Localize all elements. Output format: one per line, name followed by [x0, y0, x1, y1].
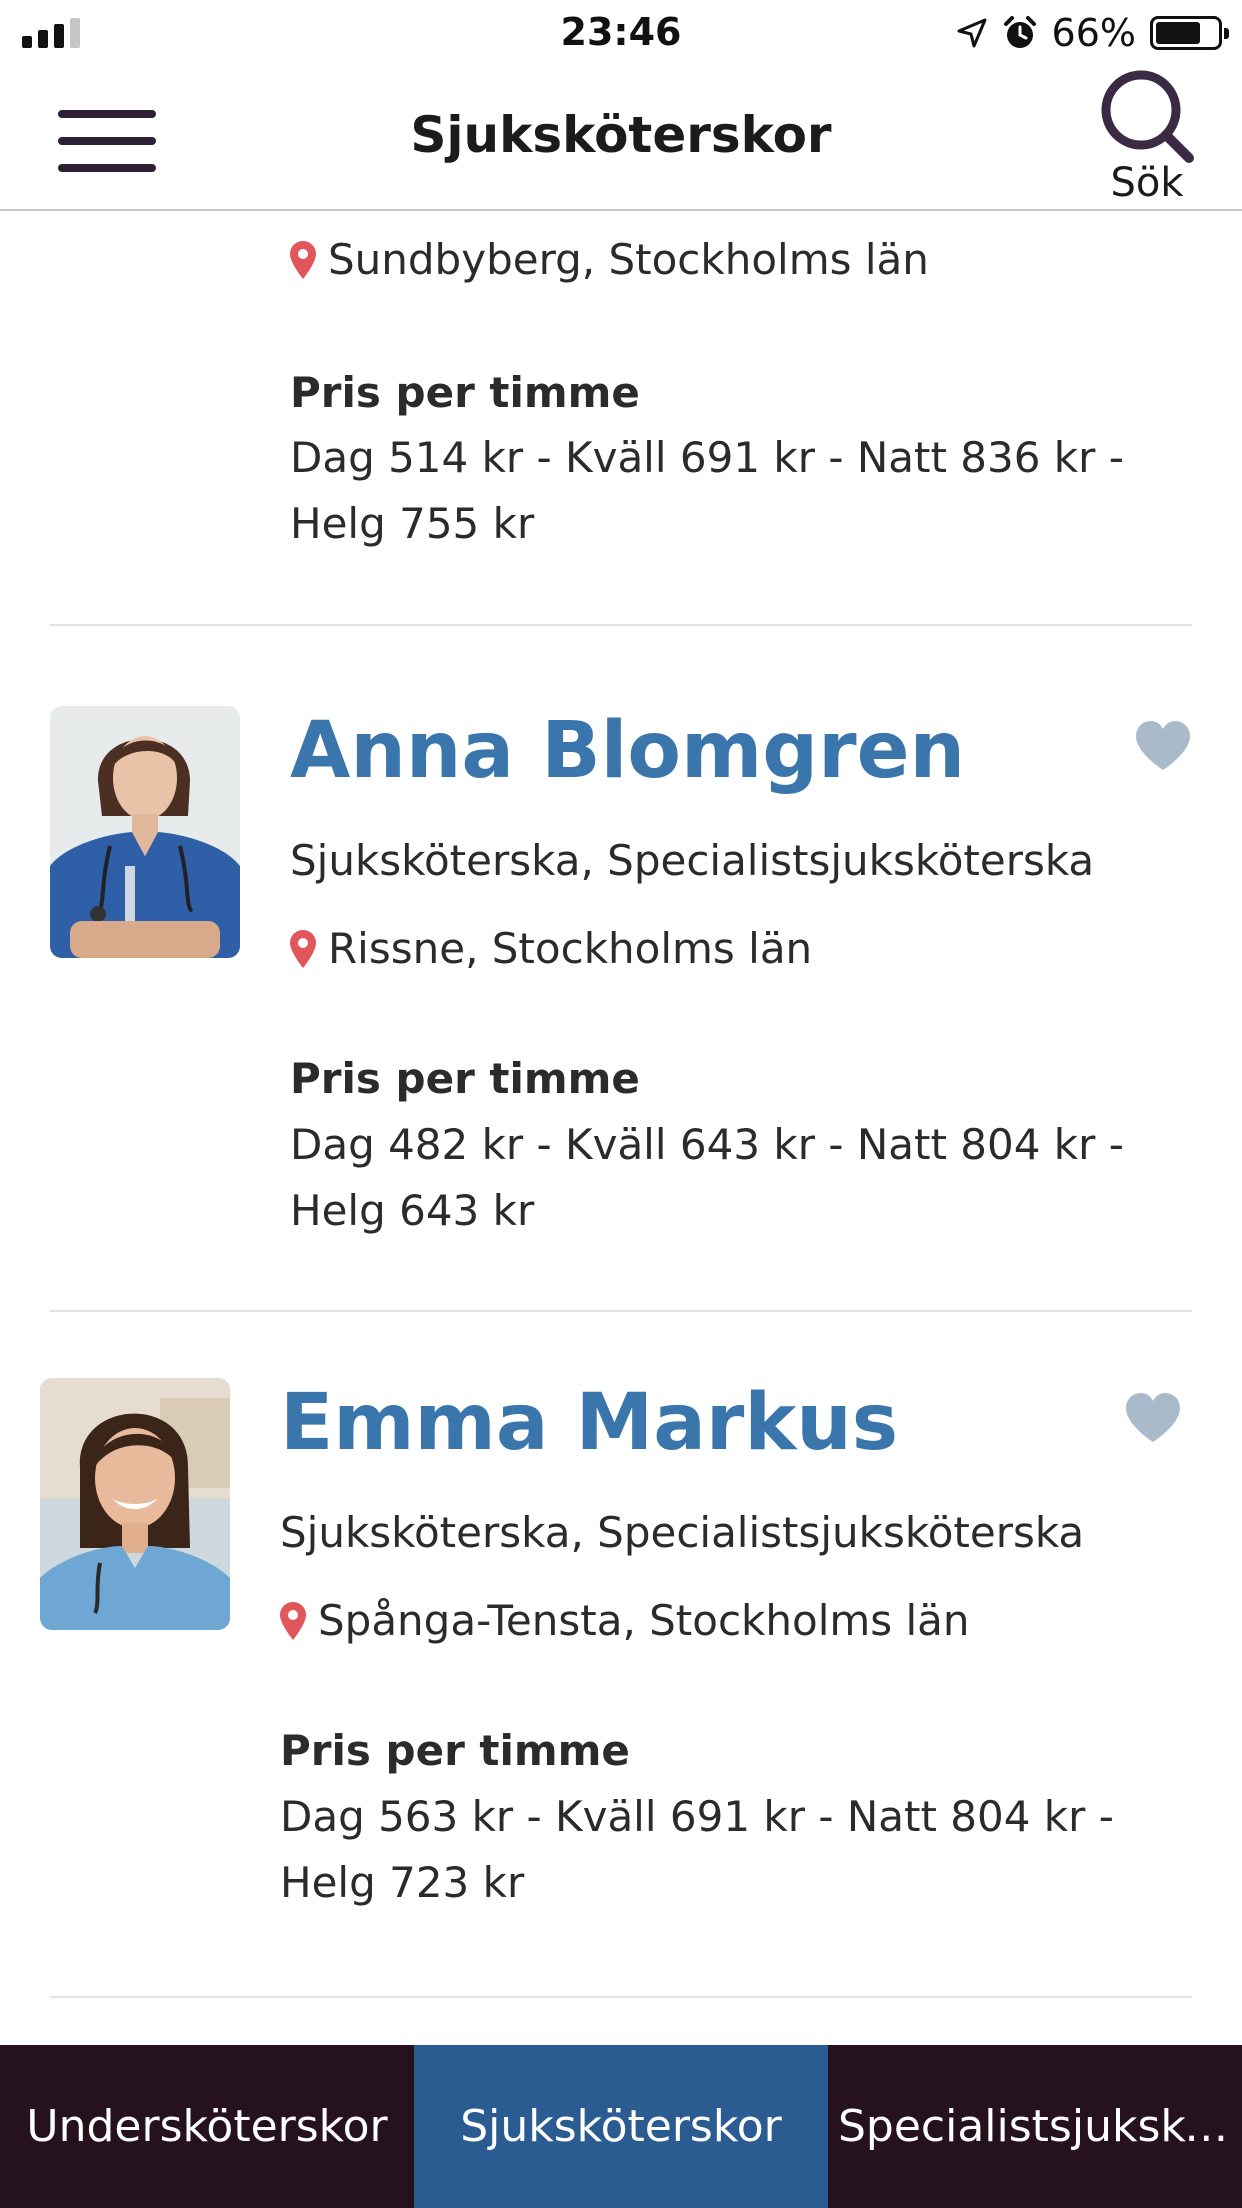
location-pin-icon: [290, 929, 316, 968]
alarm-icon: [1003, 16, 1036, 48]
tab-specialistsjukskoterskor[interactable]: Specialistsjukskö...: [828, 2045, 1242, 2208]
location-pin-icon: [280, 1601, 306, 1640]
nurse-name[interactable]: Anna Blomgren: [290, 706, 965, 796]
search-button[interactable]: Sök: [1092, 64, 1202, 211]
battery-icon: [1150, 16, 1229, 50]
price-line: Dag 482 kr - Kväll 643 kr - Natt 804 kr …: [290, 1120, 1124, 1169]
tab-label: Sjuksköterskor: [460, 2101, 782, 2152]
favorite-heart-icon[interactable]: [1124, 1392, 1182, 1444]
nurse-name[interactable]: Emma Markus: [280, 1378, 898, 1468]
search-label: Sök: [1110, 160, 1184, 206]
price-line: Helg 723 kr: [280, 1858, 525, 1907]
location-text: Sundbyberg, Stockholms län: [328, 235, 929, 284]
price-text: Dag 563 kr - Kväll 691 kr - Natt 804 kr …: [280, 1784, 1180, 1916]
tab-sjukskoterskor[interactable]: Sjuksköterskor: [414, 2045, 828, 2208]
location-text: Rissne, Stockholms län: [328, 924, 813, 973]
search-icon: [1101, 70, 1194, 163]
location: Rissne, Stockholms län: [290, 924, 812, 973]
price-text: Dag 482 kr - Kväll 643 kr - Natt 804 kr …: [290, 1112, 1190, 1244]
nurse-list[interactable]: Sundbyberg, Stockholms län Pris per timm…: [0, 213, 1242, 2045]
app-header: Sjuksköterskor Sök: [0, 64, 1242, 211]
favorite-heart-icon[interactable]: [1134, 720, 1192, 772]
price-line: Dag 514 kr - Kväll 691 kr - Natt 836 kr …: [290, 433, 1124, 482]
avatar[interactable]: [50, 706, 240, 958]
price-text: Dag 514 kr - Kväll 691 kr - Natt 836 kr …: [290, 425, 1190, 557]
tab-underskoterskor[interactable]: Undersköterskor: [0, 2045, 414, 2208]
location: Sundbyberg, Stockholms län: [290, 235, 929, 284]
price-line: Dag 563 kr - Kväll 691 kr - Natt 804 kr …: [280, 1792, 1114, 1841]
price-heading: Pris per timme: [290, 1054, 640, 1103]
bottom-tab-bar: Undersköterskor Sjuksköterskor Specialis…: [0, 2045, 1242, 2208]
location-pin-icon: [290, 240, 316, 279]
price-line: Helg 643 kr: [290, 1186, 535, 1235]
status-bar: 23:46 66%: [0, 0, 1242, 64]
occupation: Sjuksköterska, Specialistsjuksköterska: [280, 1508, 1085, 1557]
location-arrow-icon: [957, 18, 987, 48]
location-text: Spånga-Tensta, Stockholms län: [318, 1596, 970, 1645]
avatar[interactable]: [40, 1378, 230, 1630]
tab-label: Specialistsjukskö...: [838, 2101, 1232, 2152]
page-title: Sjuksköterskor: [410, 106, 832, 164]
battery-percent: 66%: [1051, 11, 1136, 55]
list-item[interactable]: Anna Blomgren Sjuksköterska, Specialists…: [0, 626, 1242, 1312]
divider: [50, 1996, 1192, 1998]
occupation: Sjuksköterska, Specialistsjuksköterska: [290, 836, 1095, 885]
tab-label: Undersköterskor: [26, 2101, 388, 2152]
price-line: Helg 755 kr: [290, 499, 535, 548]
list-item[interactable]: Sundbyberg, Stockholms län Pris per timm…: [0, 213, 1242, 626]
list-item[interactable]: Emma Markus Sjuksköterska, Specialistsju…: [0, 1312, 1242, 1998]
price-heading: Pris per timme: [290, 368, 640, 417]
location: Spånga-Tensta, Stockholms län: [280, 1596, 970, 1645]
price-heading: Pris per timme: [280, 1726, 630, 1775]
